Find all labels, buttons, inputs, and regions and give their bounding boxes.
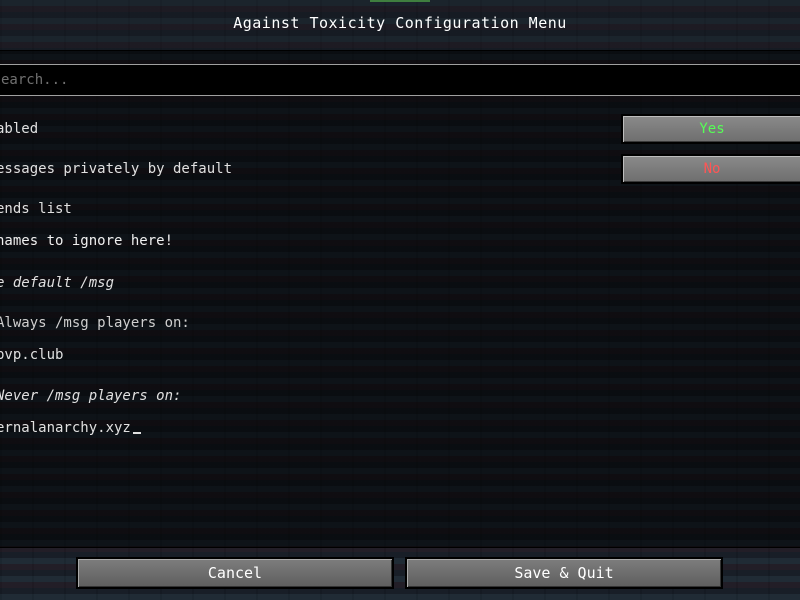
never-msg-label: Never /msg players on: — [0, 388, 182, 404]
search-box[interactable] — [0, 64, 800, 96]
save-and-quit-button[interactable]: Save & Quit — [405, 557, 723, 589]
friends-list-input[interactable]: names to ignore here! — [0, 233, 173, 249]
screen-title: Against Toxicity Configuration Menu — [233, 14, 567, 32]
top-accent — [370, 0, 430, 2]
enabled-label: abled — [0, 121, 39, 137]
never-msg-input[interactable]: ernalanarchy.xyz — [0, 420, 131, 436]
text-cursor — [132, 432, 141, 434]
cancel-button[interactable]: Cancel — [76, 557, 394, 589]
friends-list-label: ends list — [0, 201, 72, 217]
private-messages-label: essages privately by default — [0, 161, 233, 177]
always-msg-label: Always /msg players on: — [0, 315, 190, 331]
enabled-toggle-button[interactable]: Yes — [621, 114, 800, 144]
search-input[interactable] — [1, 65, 761, 95]
private-messages-toggle-button[interactable]: No — [621, 154, 800, 184]
never-msg-input-row[interactable]: ernalanarchy.xyz — [0, 420, 141, 436]
always-msg-input[interactable]: pvp.club — [0, 347, 63, 363]
default-msg-category-label: e default /msg — [0, 275, 115, 291]
